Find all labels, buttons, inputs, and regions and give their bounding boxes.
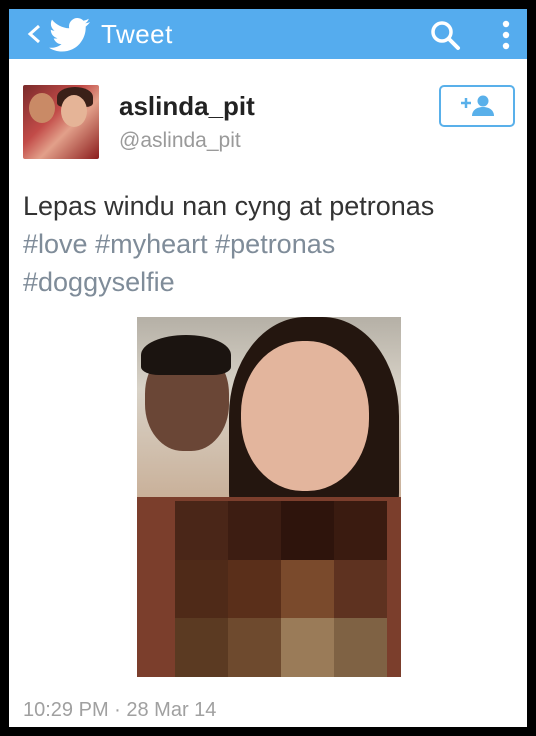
display-name[interactable]: aslinda_pit <box>119 91 255 122</box>
twitter-bird-icon <box>49 18 90 52</box>
tweet-text: Lepas windu nan cyng at petronas #love #… <box>23 187 513 301</box>
avatar-person-1 <box>29 93 55 123</box>
avatar[interactable] <box>23 85 99 159</box>
photo-man-hair <box>141 335 231 375</box>
photo-person-woman <box>241 341 369 491</box>
tweet-body: Lepas windu nan cyng at petronas <box>23 191 435 221</box>
hashtag-love[interactable]: #love <box>23 229 88 259</box>
user-handle[interactable]: @aslinda_pit <box>119 129 241 153</box>
tweet-timestamp: 10:29 PM · 28 Mar 14 <box>23 699 217 721</box>
app-bar-title: Tweet <box>101 19 173 49</box>
add-user-icon <box>461 95 494 116</box>
hashtag-doggyselfie[interactable]: #doggyselfie <box>23 267 175 297</box>
search-icon[interactable] <box>429 19 461 51</box>
overflow-menu-icon[interactable] <box>501 19 511 51</box>
follow-button[interactable] <box>439 85 515 127</box>
app-bar: Tweet <box>9 9 527 59</box>
avatar-person-2 <box>61 95 87 127</box>
chevron-left-icon[interactable] <box>25 24 45 44</box>
pixelated-censor <box>175 501 387 677</box>
tweet-photo[interactable] <box>137 317 401 677</box>
hashtag-petronas[interactable]: #petronas <box>215 229 335 259</box>
screen-frame: Tweet aslinda_pit @aslinda_pit Lepas win… <box>9 9 527 727</box>
tweet-detail: aslinda_pit @aslinda_pit Lepas windu nan… <box>9 59 527 727</box>
hashtag-myheart[interactable]: #myheart <box>95 229 208 259</box>
